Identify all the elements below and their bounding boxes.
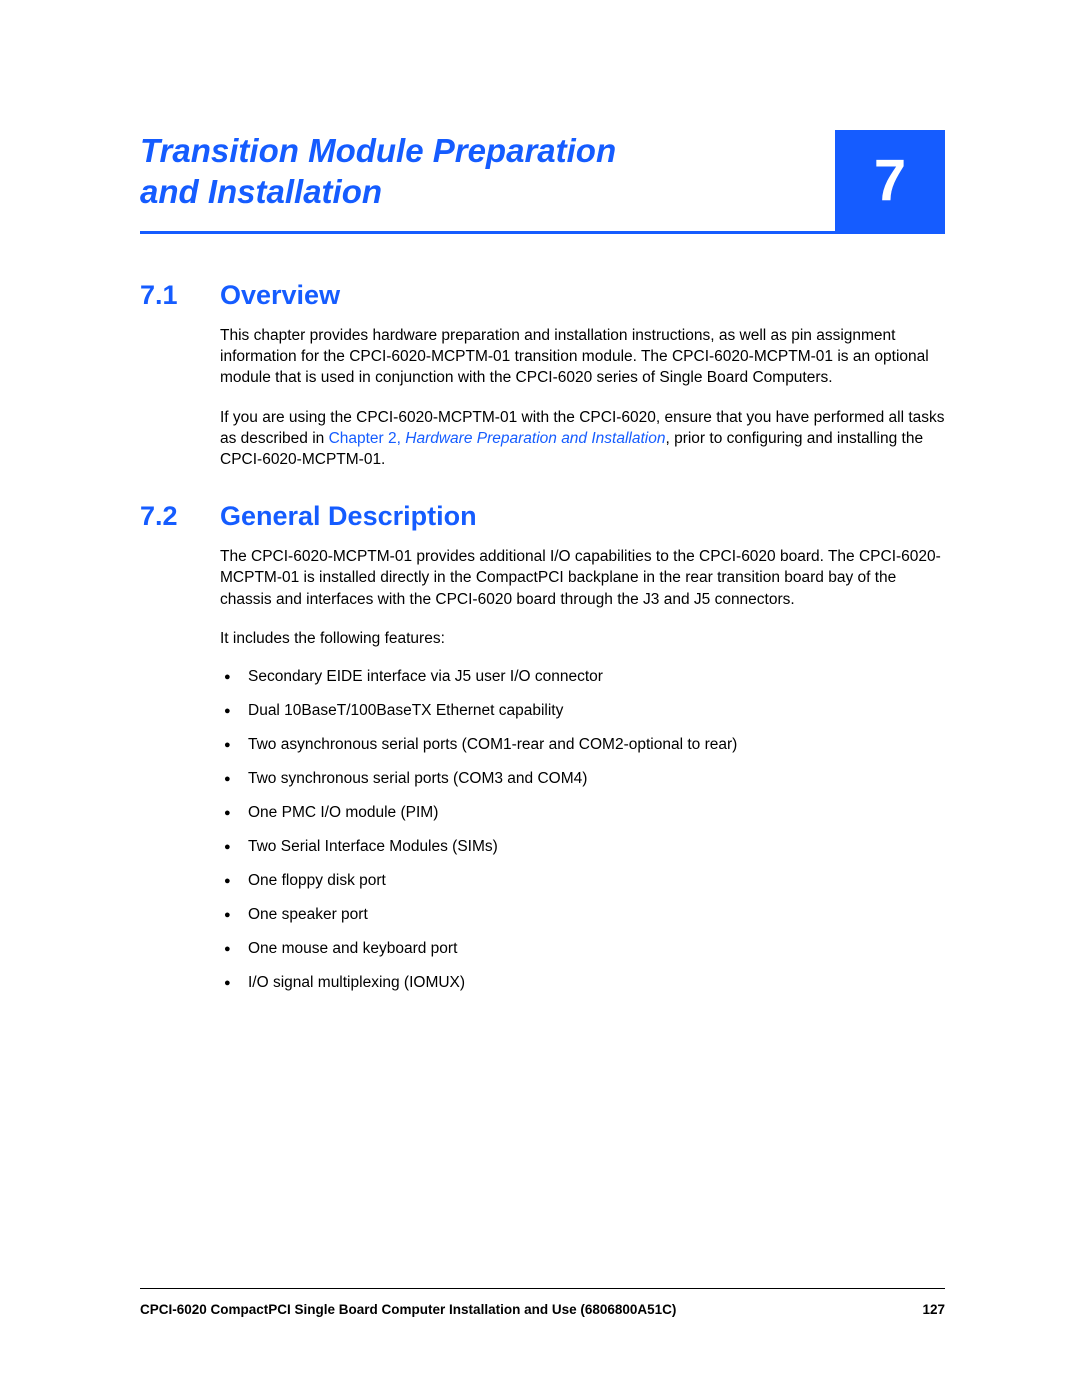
- section-body: The CPCI-6020-MCPTM-01 provides addition…: [220, 546, 945, 994]
- list-item: I/O signal multiplexing (IOMUX): [220, 973, 945, 994]
- list-item: Two synchronous serial ports (COM3 and C…: [220, 769, 945, 790]
- chapter-header: Transition Module Preparation and Instal…: [140, 130, 945, 234]
- footer-rule: [140, 1288, 945, 1289]
- paragraph: The CPCI-6020-MCPTM-01 provides addition…: [220, 546, 945, 610]
- cross-reference-link[interactable]: Chapter 2,: [329, 430, 406, 447]
- section-heading: 7.1 Overview: [140, 280, 945, 311]
- list-item: One speaker port: [220, 905, 945, 926]
- footer-page-number: 127: [922, 1302, 945, 1317]
- section-title: Overview: [220, 280, 340, 311]
- footer-doc-title: CPCI-6020 CompactPCI Single Board Comput…: [140, 1302, 676, 1317]
- section-body: This chapter provides hardware preparati…: [220, 325, 945, 471]
- chapter-number: 7: [874, 147, 906, 214]
- feature-list: Secondary EIDE interface via J5 user I/O…: [220, 667, 945, 993]
- section-general-description: 7.2 General Description The CPCI-6020-MC…: [140, 501, 945, 994]
- section-title: General Description: [220, 501, 477, 532]
- list-item: Two asynchronous serial ports (COM1-rear…: [220, 735, 945, 756]
- list-item: Dual 10BaseT/100BaseTX Ethernet capabili…: [220, 701, 945, 722]
- paragraph-text: It includes the following features:: [220, 630, 445, 647]
- chapter-title: Transition Module Preparation and Instal…: [140, 130, 680, 231]
- paragraph-text: The CPCI-6020-MCPTM-01 provides addition…: [220, 548, 941, 608]
- list-item: One mouse and keyboard port: [220, 939, 945, 960]
- section-number: 7.2: [140, 501, 220, 532]
- section-number: 7.1: [140, 280, 220, 311]
- list-item: Secondary EIDE interface via J5 user I/O…: [220, 667, 945, 688]
- chapter-number-box: 7: [835, 130, 945, 231]
- list-item: Two Serial Interface Modules (SIMs): [220, 837, 945, 858]
- list-item: One floppy disk port: [220, 871, 945, 892]
- section-overview: 7.1 Overview This chapter provides hardw…: [140, 280, 945, 471]
- paragraph: This chapter provides hardware preparati…: [220, 325, 945, 389]
- page-footer: CPCI-6020 CompactPCI Single Board Comput…: [140, 1302, 945, 1317]
- list-item: One PMC I/O module (PIM): [220, 803, 945, 824]
- document-page: Transition Module Preparation and Instal…: [0, 0, 1080, 1397]
- paragraph: It includes the following features:: [220, 628, 945, 649]
- paragraph: If you are using the CPCI-6020-MCPTM-01 …: [220, 407, 945, 471]
- cross-reference-link-italic[interactable]: Hardware Preparation and Installation: [405, 430, 665, 447]
- paragraph-text: This chapter provides hardware preparati…: [220, 327, 929, 387]
- section-heading: 7.2 General Description: [140, 501, 945, 532]
